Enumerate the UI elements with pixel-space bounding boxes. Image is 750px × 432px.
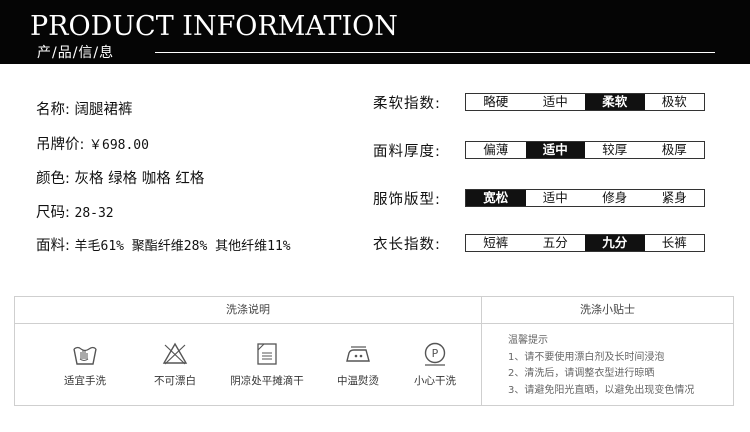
tips-line: 2、清洗后，请调整衣型进行晾晒 [508,368,655,379]
iron-medium-icon [346,346,370,362]
banner-title: PRODUCT INFORMATION [30,11,398,42]
care-column-divider [481,297,482,405]
scale-option-selected: 宽松 [466,190,526,206]
tips-line: 3、请避免阳光直晒，以避免出现变色情况 [508,384,695,396]
scale-softness: 略硬 适中 柔软 极软 [465,93,705,111]
scale-option: 略硬 [483,94,509,109]
product-name-row: 名称: 阔腿裙裤 [36,98,133,119]
banner-rule [155,52,715,53]
care-item-dry-flat: 阴凉处平摊滴干 [222,341,312,388]
scale-option-selected: 九分 [585,235,645,251]
tips-line: 1、请不要使用漂白剂及长时间浸泡 [508,351,665,363]
scale-label-fit: 服饰版型: [373,192,441,208]
care-header-divider [15,323,733,324]
scale-option: 五分 [542,235,568,250]
product-fabric-value: 羊毛61% 聚酯纤维28% 其他纤维11% [74,239,291,254]
scale-option: 长裤 [661,235,687,250]
tips-title: 洗涤小贴士 [580,303,635,316]
care-label: 小心干洗 [414,375,456,387]
care-panel: 洗涤说明 洗涤小贴士 适宜手洗 不可漂白 阴凉处平摊滴干 中温熨烫 P 小心干洗… [14,296,734,406]
header-banner: PRODUCT INFORMATION 产/品/信/息 [0,0,750,64]
care-item-hand-wash: 适宜手洗 [40,341,130,388]
product-color-row: 颜色: 灰格 绿格 咖格 红格 [36,167,204,188]
scale-option: 极软 [661,94,687,109]
product-fabric-row: 面料: 羊毛61% 聚酯纤维28% 其他纤维11% [36,234,291,255]
care-label: 适宜手洗 [64,375,106,387]
scale-label-thickness: 面料厚度: [373,144,441,160]
scale-option: 短裤 [483,235,509,250]
tips-heading: 温馨提示 [508,335,548,346]
scale-option-selected: 适中 [525,142,585,158]
dry-clean-icon: P [424,342,446,366]
scale-option: 紧身 [661,190,687,205]
svg-text:P: P [432,347,439,360]
product-price-value: ￥698.00 [89,138,149,153]
banner-subtitle: 产/品/信/息 [37,45,115,61]
product-color-label: 颜色: [36,171,70,187]
scale-option: 适中 [542,190,568,205]
scale-label-softness: 柔软指数: [373,96,441,112]
tips-text: 温馨提示 1、请不要使用漂白剂及长时间浸泡 2、清洗后，请调整衣型进行晾晒 3、… [508,333,694,399]
product-price-row: 吊牌价: ￥698.00 [36,133,149,154]
product-fabric-label: 面料: [36,238,70,254]
scale-option: 适中 [542,94,568,109]
care-item-dry-clean: P 小心干洗 [390,341,480,388]
product-size-value: 28-32 [74,206,114,221]
care-label: 不可漂白 [154,375,196,387]
scale-length: 短裤 五分 九分 长裤 [465,234,705,252]
scale-option-selected: 柔软 [585,94,645,110]
scale-option: 修身 [602,190,628,205]
scale-option: 较厚 [602,142,628,157]
dry-flat-shade-icon [257,343,277,365]
product-name-value: 阔腿裙裤 [74,102,133,118]
scale-fit: 宽松 适中 修身 紧身 [465,189,705,207]
scale-option: 偏薄 [483,142,509,157]
product-name-label: 名称: [36,102,70,118]
scale-option: 极厚 [661,142,687,157]
scale-label-length: 衣长指数: [373,237,441,253]
hand-wash-icon [73,346,97,365]
product-size-row: 尺码: 28-32 [36,201,114,222]
care-title: 洗涤说明 [226,303,270,316]
product-price-label: 吊牌价: [36,137,85,153]
care-item-no-bleach: 不可漂白 [130,341,220,388]
care-label: 阴凉处平摊滴干 [230,375,304,387]
no-bleach-icon [162,342,188,365]
product-size-label: 尺码: [36,205,70,221]
scale-thickness: 偏薄 适中 较厚 极厚 [465,141,705,159]
product-color-value: 灰格 绿格 咖格 红格 [74,171,205,187]
